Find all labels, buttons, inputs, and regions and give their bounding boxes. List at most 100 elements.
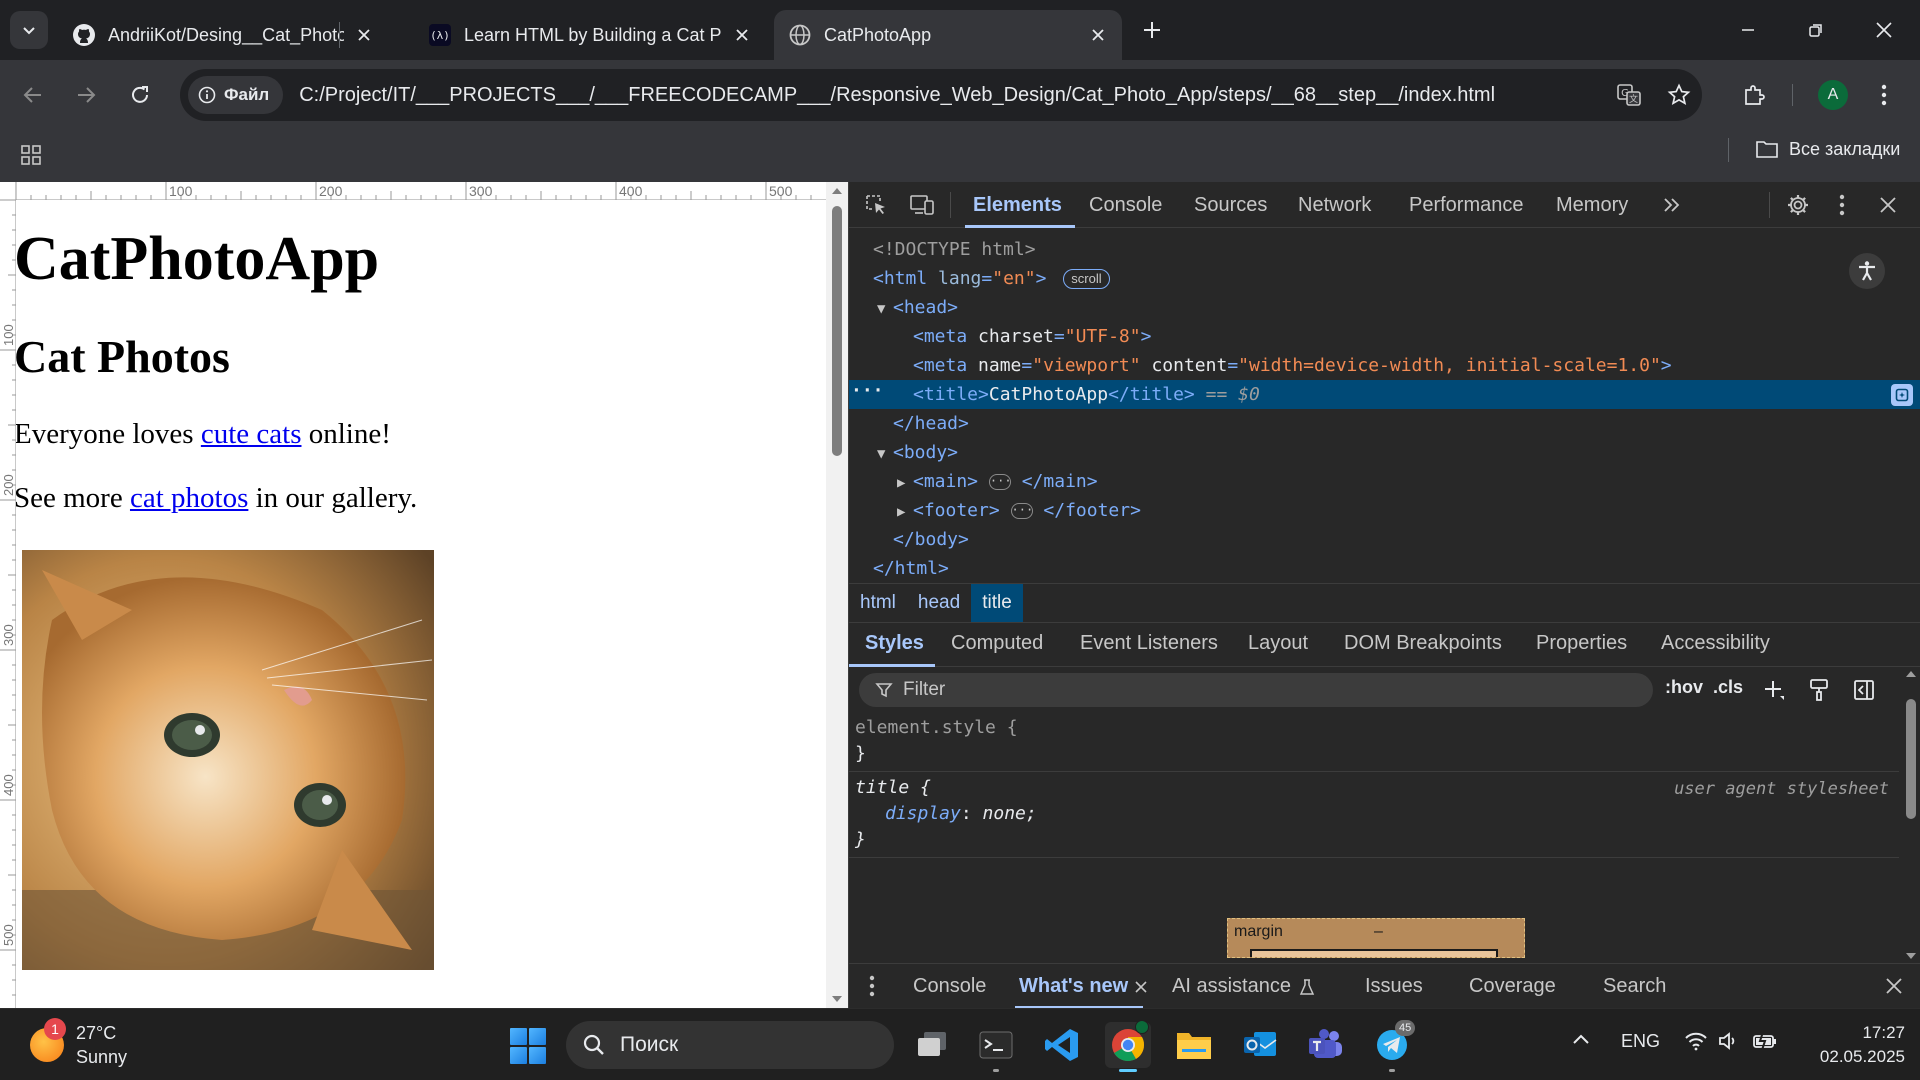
- device-toolbar-button[interactable]: [907, 190, 937, 220]
- page-scroll-thumb[interactable]: [832, 206, 842, 456]
- system-clock[interactable]: 17:27 02.05.2025: [1805, 1021, 1905, 1069]
- dom-node-head-close[interactable]: </head>: [849, 409, 1920, 438]
- breadcrumb-title[interactable]: title: [971, 584, 1023, 622]
- tab-memory[interactable]: Memory: [1556, 194, 1628, 217]
- more-tabs-button[interactable]: [1657, 190, 1687, 220]
- dom-node-head[interactable]: ▼ <head>: [849, 293, 1920, 322]
- dom-node-meta-viewport[interactable]: <meta name="viewport" content="width=dev…: [849, 351, 1920, 380]
- network-button[interactable]: [1684, 1031, 1708, 1051]
- close-window-button[interactable]: [1859, 10, 1909, 50]
- weather-widget[interactable]: 1 27°C Sunny: [30, 1018, 127, 1069]
- collapsed-content-badge[interactable]: ···: [988, 474, 1012, 490]
- dom-node-meta-charset[interactable]: <meta charset="UTF-8">: [849, 322, 1920, 351]
- caret-down-icon[interactable]: ▼: [877, 440, 893, 469]
- dom-node-body-close[interactable]: </body>: [849, 525, 1920, 554]
- tab-properties[interactable]: Properties: [1536, 632, 1627, 655]
- tab-performance[interactable]: Performance: [1409, 194, 1524, 217]
- tab-computed[interactable]: Computed: [951, 632, 1043, 655]
- drawer-tab-issues[interactable]: Issues: [1365, 975, 1423, 998]
- dom-node-html[interactable]: <html lang="en"> scroll: [849, 264, 1920, 293]
- tab-network[interactable]: Network: [1298, 194, 1371, 217]
- close-icon[interactable]: [354, 25, 374, 45]
- forward-button[interactable]: [68, 77, 104, 113]
- devtools-menu-button[interactable]: [1827, 190, 1857, 220]
- tab-search-button[interactable]: [10, 11, 48, 49]
- tab-accessibility[interactable]: Accessibility: [1661, 632, 1770, 655]
- new-tab-button[interactable]: [1137, 15, 1167, 45]
- accessibility-tree-button[interactable]: [1849, 253, 1885, 289]
- element-state-button[interactable]: [1804, 675, 1834, 705]
- tab-catphotoapp[interactable]: CatPhotoApp: [774, 10, 1122, 60]
- caret-right-icon[interactable]: ▶: [897, 469, 913, 498]
- telegram-app[interactable]: 45: [1369, 1020, 1416, 1072]
- node-menu-dots[interactable]: ···: [851, 376, 884, 405]
- breadcrumb-head[interactable]: head: [907, 584, 971, 622]
- dom-node-body[interactable]: ▼ <body>: [849, 438, 1920, 467]
- taskbar-search[interactable]: Поиск: [566, 1021, 894, 1069]
- css-declaration[interactable]: display: none;: [885, 801, 1037, 827]
- tab-console[interactable]: Console: [1089, 194, 1162, 217]
- chrome-app[interactable]: [1105, 1020, 1151, 1072]
- hov-toggle[interactable]: :hov: [1665, 677, 1703, 698]
- outlook-app[interactable]: [1237, 1022, 1283, 1068]
- element-style-selector[interactable]: element.style {: [855, 715, 1018, 741]
- drawer-tab-ai-assistance[interactable]: AI assistance: [1172, 975, 1315, 998]
- input-language[interactable]: ENG: [1621, 1031, 1660, 1052]
- title-rule-selector[interactable]: title {: [855, 775, 931, 801]
- teams-app[interactable]: [1303, 1022, 1349, 1068]
- page-viewport[interactable]: CatPhotoApp Cat Photos Everyone loves cu…: [0, 182, 848, 1008]
- scroll-badge[interactable]: scroll: [1063, 269, 1110, 289]
- cat-photo-image[interactable]: [22, 550, 434, 970]
- cls-toggle[interactable]: .cls: [1713, 677, 1743, 698]
- drawer-tab-coverage[interactable]: Coverage: [1469, 975, 1556, 998]
- drawer-menu-button[interactable]: [857, 971, 887, 1001]
- page-scrollbar[interactable]: [826, 182, 848, 1008]
- box-model-margin-value[interactable]: –: [1374, 923, 1383, 941]
- collapsed-content-badge[interactable]: ···: [1010, 503, 1033, 519]
- tab-event-listeners[interactable]: Event Listeners: [1080, 632, 1218, 655]
- close-icon[interactable]: [732, 25, 752, 45]
- tab-sources[interactable]: Sources: [1194, 194, 1267, 217]
- caret-down-icon[interactable]: ▼: [877, 295, 893, 324]
- devtools-settings-button[interactable]: [1783, 190, 1813, 220]
- dom-node-doctype[interactable]: <!DOCTYPE html>: [849, 235, 1920, 264]
- vscode-app[interactable]: [1039, 1022, 1085, 1068]
- address-bar[interactable]: Файл C:/Project/IT/___PROJECTS___/___FRE…: [180, 69, 1702, 121]
- drawer-tab-console[interactable]: Console: [913, 975, 986, 998]
- caret-right-icon[interactable]: ▶: [897, 498, 913, 527]
- styles-filter-input[interactable]: Filter: [859, 673, 1653, 707]
- cute-cats-link[interactable]: cute cats: [201, 418, 302, 450]
- battery-button[interactable]: [1752, 1031, 1778, 1051]
- tab-elements[interactable]: Elements: [973, 194, 1062, 217]
- close-icon[interactable]: [1134, 980, 1148, 994]
- close-devtools-button[interactable]: [1873, 190, 1903, 220]
- show-hidden-icons-button[interactable]: [1572, 1033, 1590, 1045]
- cat-photos-link[interactable]: cat photos: [130, 482, 248, 514]
- styles-scrollbar[interactable]: [1901, 667, 1920, 963]
- profile-avatar[interactable]: A: [1818, 80, 1848, 110]
- chrome-menu-button[interactable]: [1866, 77, 1902, 113]
- close-drawer-button[interactable]: [1879, 971, 1909, 1001]
- all-bookmarks-button[interactable]: Все закладки: [1755, 132, 1900, 166]
- apps-grid-button[interactable]: [16, 140, 46, 170]
- reload-button[interactable]: [122, 77, 158, 113]
- site-info-chip[interactable]: Файл: [188, 76, 284, 114]
- start-button[interactable]: [510, 1028, 546, 1064]
- task-view-button[interactable]: [909, 1022, 955, 1068]
- dom-tree[interactable]: <!DOCTYPE html> <html lang="en"> scroll …: [849, 229, 1920, 583]
- terminal-app[interactable]: [973, 1022, 1019, 1072]
- styles-scroll-thumb[interactable]: [1906, 699, 1916, 819]
- tab-styles[interactable]: Styles: [865, 632, 924, 655]
- toggle-sidebar-button[interactable]: [1849, 675, 1879, 705]
- file-explorer-app[interactable]: [1171, 1022, 1217, 1068]
- bookmark-star-button[interactable]: [1662, 78, 1696, 112]
- extensions-button[interactable]: [1736, 77, 1772, 113]
- new-style-rule-button[interactable]: [1759, 675, 1789, 705]
- tab-freecodecamp[interactable]: (λ) Learn HTML by Building a Cat P: [414, 10, 766, 60]
- back-button[interactable]: [15, 77, 51, 113]
- drawer-tab-whats-new[interactable]: What's new: [1019, 975, 1148, 998]
- inspect-element-button[interactable]: [861, 190, 891, 220]
- tab-layout[interactable]: Layout: [1248, 632, 1308, 655]
- dom-node-title-selected[interactable]: ··· <title>CatPhotoApp</title> == $0: [849, 380, 1920, 409]
- copy-node-button[interactable]: [1891, 384, 1913, 406]
